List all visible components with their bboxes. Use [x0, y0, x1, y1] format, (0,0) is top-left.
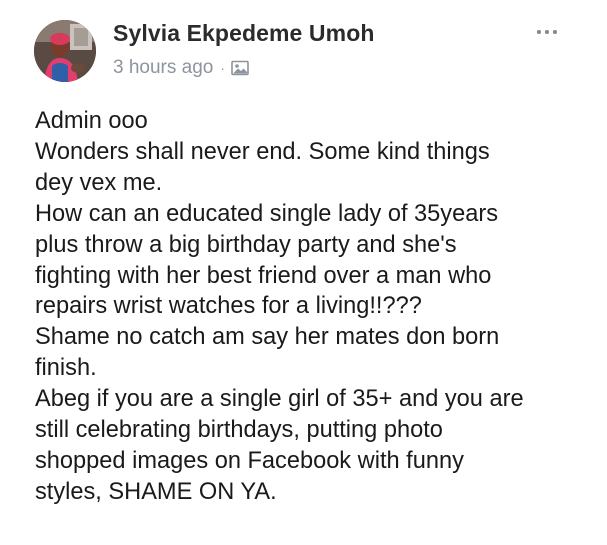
post-text-line: Abeg if you are a single girl of 35+ and… — [35, 386, 524, 413]
post-text: Admin ooo Wonders shall never end. Some … — [35, 106, 595, 508]
post-text-line: dey vex me. — [35, 169, 163, 196]
author-name[interactable]: Sylvia Ekpedeme Umoh — [113, 20, 375, 47]
post-text-line: fighting with her best friend over a man… — [35, 262, 492, 289]
facebook-post: Sylvia Ekpedeme Umoh 3 hours ago · Admin… — [0, 0, 607, 545]
more-options-icon[interactable] — [527, 22, 567, 42]
post-text-line: styles, SHAME ON YA. — [35, 478, 277, 505]
photo-icon — [231, 60, 249, 76]
post-text-line: finish. — [35, 355, 97, 382]
post-meta: 3 hours ago · — [113, 56, 249, 80]
more-dot — [553, 30, 557, 34]
avatar-image — [34, 20, 96, 82]
post-text-line: Shame no catch am say her mates don born — [35, 324, 500, 351]
more-dot — [537, 30, 541, 34]
post-text-line: plus throw a big birthday party and she'… — [35, 231, 457, 258]
post-text-line: How can an educated single lady of 35yea… — [35, 200, 498, 227]
post-text-line: Wonders shall never end. Some kind thing… — [35, 138, 490, 165]
post-text-line: still celebrating birthdays, putting pho… — [35, 417, 443, 444]
post-timestamp[interactable]: 3 hours ago — [113, 57, 213, 79]
post-text-line: Admin ooo — [35, 108, 148, 134]
more-dot — [545, 30, 549, 34]
post-text-line: shopped images on Facebook with funny — [35, 447, 464, 474]
author-avatar[interactable] — [34, 20, 96, 82]
post-text-line: repairs wrist watches for a living!!??? — [35, 293, 422, 320]
meta-separator: · — [220, 60, 226, 76]
